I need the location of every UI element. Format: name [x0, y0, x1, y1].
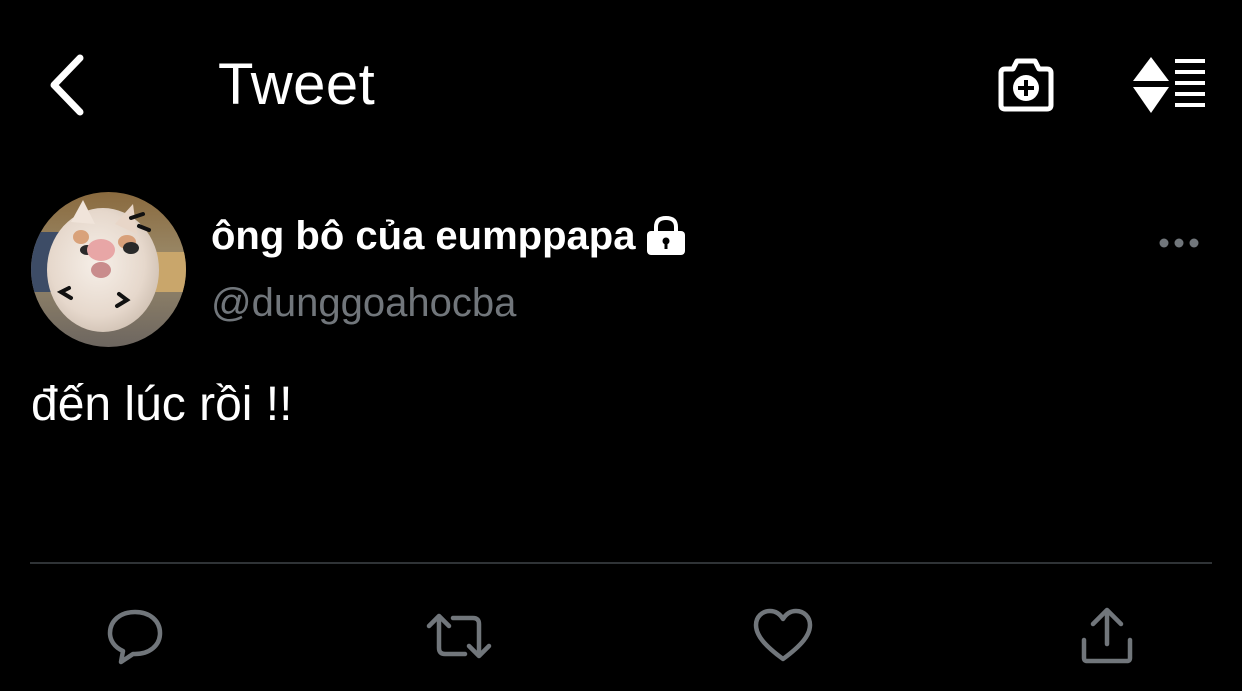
sort-list-icon [1133, 57, 1205, 113]
camera-plus-icon [998, 58, 1054, 112]
share-button[interactable] [1071, 600, 1143, 672]
share-icon [1081, 607, 1133, 664]
reply-button[interactable] [99, 600, 171, 672]
tweet-text: đến lúc rồi !! [31, 378, 293, 431]
back-button[interactable] [36, 50, 96, 120]
sort-button[interactable] [1126, 48, 1212, 122]
retweet-icon [426, 613, 492, 659]
author-name-row: ông bô của eumppapa [211, 210, 687, 262]
page-title: Tweet [218, 52, 376, 117]
more-horizontal-icon [1159, 238, 1199, 248]
cat-photo-avatar [31, 192, 186, 347]
author-handle[interactable]: @dunggoahocba [211, 278, 516, 328]
more-options-button[interactable] [1150, 222, 1208, 264]
avatar[interactable] [31, 192, 186, 347]
comment-icon [107, 609, 163, 665]
divider [30, 562, 1212, 564]
lock-icon [645, 216, 687, 256]
chevron-left-icon [50, 54, 84, 116]
camera-button[interactable] [988, 48, 1064, 122]
like-button[interactable] [747, 600, 819, 672]
heart-icon [753, 608, 813, 662]
display-name[interactable]: ông bô của eumppapa [211, 210, 635, 262]
retweet-button[interactable] [423, 600, 495, 672]
